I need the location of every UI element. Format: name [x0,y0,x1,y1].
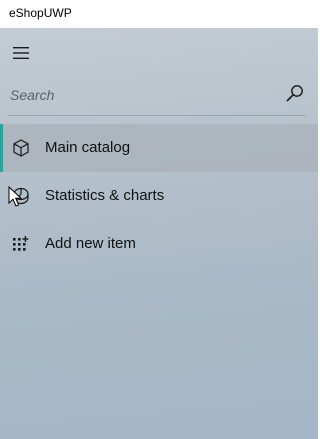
navigation-pane: Search Main catalog Statistics & charts … [0,28,318,439]
window-title: eShopUWP [9,6,72,20]
nav-list: Main catalog Statistics & charts Add new… [0,124,318,268]
hamburger-button[interactable] [0,36,42,70]
nav-item-label: Add new item [45,235,136,252]
nav-item-label: Statistics & charts [45,187,165,204]
nav-item-main-catalog[interactable]: Main catalog [0,124,318,172]
nav-item-add-new-item[interactable]: Add new item [0,220,318,268]
selection-indicator [0,124,3,172]
hamburger-icon [13,47,29,59]
add-grid-icon [10,233,32,255]
search-placeholder: Search [10,87,55,103]
nav-item-label: Main catalog [45,139,131,156]
search-underline [8,115,306,116]
search-button[interactable] [284,82,306,104]
cube-icon [10,137,32,159]
title-bar: eShopUWP [0,0,318,28]
search-box[interactable]: Search [0,78,308,116]
chart-icon [10,185,32,207]
search-icon [286,85,303,102]
nav-item-statistics-charts[interactable]: Statistics & charts [0,172,318,220]
